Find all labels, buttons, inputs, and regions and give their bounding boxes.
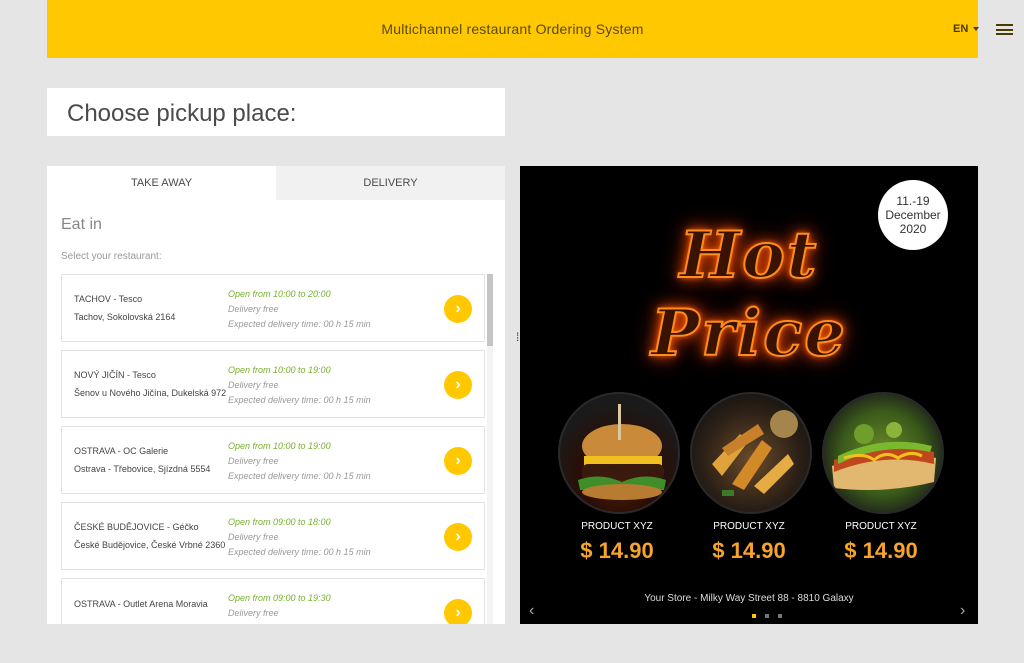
restaurant-address: České Budějovice, České Vrbné 2360 <box>74 540 226 550</box>
delivery-time: Expected delivery time: 00 h 15 min <box>228 547 371 557</box>
product-price: $ 14.90 <box>844 538 918 563</box>
chevron-right-icon[interactable]: › <box>960 602 965 620</box>
section-subtitle: Select your restaurant: <box>61 251 162 262</box>
delivery-time: Expected delivery time: 00 h 15 min <box>228 395 371 405</box>
delivery-info: Delivery free <box>228 380 279 390</box>
list-item[interactable]: TACHOV - Tesco Tachov, Sokolovská 2164 O… <box>61 274 485 342</box>
language-selector[interactable]: EN <box>953 23 980 35</box>
list-item[interactable]: ČESKÉ BUDĚJOVICE - Géčko České Budějovic… <box>61 502 485 570</box>
tab-delivery[interactable]: DELIVERY <box>276 166 505 200</box>
carousel-dot[interactable] <box>778 614 782 618</box>
chevron-right-icon: › <box>455 452 461 469</box>
chevron-left-icon[interactable]: ‹ <box>529 602 534 620</box>
restaurant-address: Šenov u Nového Jičína, Dukelská 972 <box>74 388 227 398</box>
select-arrow-button[interactable]: › <box>444 447 472 475</box>
restaurant-address: Tachov, Sokolovská 2164 <box>74 312 176 322</box>
date-range: 11.-19 <box>896 194 930 208</box>
chevron-right-icon: › <box>455 376 461 393</box>
opening-hours: Open from 10:00 to 19:00 <box>228 365 331 375</box>
product-name: PRODUCT XYZ <box>581 521 653 532</box>
chevron-right-icon: › <box>455 528 461 545</box>
potato-wedges-image <box>690 392 812 514</box>
select-arrow-button[interactable]: › <box>444 295 472 323</box>
hotdog-image <box>822 392 944 514</box>
top-bar: Multichannel restaurant Ordering System … <box>47 0 1013 58</box>
menu-icon[interactable] <box>996 24 1013 35</box>
resize-handle-icon[interactable]: ⁞ <box>516 330 519 344</box>
promo-carousel[interactable]: 11.-19 December 2020 Hot Price PRODUCT X… <box>520 166 978 624</box>
restaurant-name: NOVÝ JIČÍN - Tesco <box>74 370 156 380</box>
restaurant-name: TACHOV - Tesco <box>74 294 143 304</box>
opening-hours: Open from 10:00 to 20:00 <box>228 289 331 299</box>
burger-image <box>558 392 680 514</box>
restaurant-address: Ostrava - Třebovice, Sjízdná 5554 <box>74 464 211 474</box>
list-item[interactable]: OSTRAVA - Outlet Arena Moravia Open from… <box>61 578 485 624</box>
scrollbar[interactable] <box>487 274 493 624</box>
promo-headline-price: Price <box>650 295 847 372</box>
opening-hours: Open from 09:00 to 19:30 <box>228 593 331 603</box>
wedges-illustration <box>712 410 798 496</box>
carousel-dot[interactable] <box>765 614 769 618</box>
product-name: PRODUCT XYZ <box>845 521 917 532</box>
list-item[interactable]: OSTRAVA - OC Galerie Ostrava - Třebovice… <box>61 426 485 494</box>
select-arrow-button[interactable]: › <box>444 371 472 399</box>
list-item[interactable]: NOVÝ JIČÍN - Tesco Šenov u Nového Jičína… <box>61 350 485 418</box>
restaurant-name: OSTRAVA - OC Galerie <box>74 446 169 456</box>
pickup-heading-card: Choose pickup place: <box>47 88 505 136</box>
store-address: Your Store - Milky Way Street 88 - 8810 … <box>644 593 854 604</box>
delivery-info: Delivery free <box>228 304 279 314</box>
opening-hours: Open from 10:00 to 19:00 <box>228 441 331 451</box>
delivery-info: Delivery free <box>228 608 279 618</box>
select-arrow-button[interactable]: › <box>444 523 472 551</box>
product-name: PRODUCT XYZ <box>713 521 785 532</box>
delivery-info: Delivery free <box>228 532 279 542</box>
language-label: EN <box>953 23 969 35</box>
delivery-time: Expected delivery time: 00 h 15 min <box>228 471 371 481</box>
opening-hours: Open from 09:00 to 18:00 <box>228 517 331 527</box>
carousel-indicators <box>752 614 782 618</box>
chevron-right-icon: › <box>455 300 461 317</box>
caret-down-icon <box>973 27 980 31</box>
section-title: Eat in <box>61 216 102 233</box>
product-price: $ 14.90 <box>712 538 786 563</box>
delivery-info: Delivery free <box>228 456 279 466</box>
select-arrow-button[interactable]: › <box>444 599 472 624</box>
restaurant-panel: TAKE AWAY DELIVERY Eat in Select your re… <box>47 166 505 624</box>
burger-illustration <box>578 404 666 500</box>
delivery-time: Expected delivery time: 00 h 15 min <box>228 319 371 329</box>
app-title: Multichannel restaurant Ordering System <box>381 21 644 37</box>
restaurant-name: OSTRAVA - Outlet Arena Moravia <box>74 599 208 609</box>
page-title: Choose pickup place: <box>67 100 297 127</box>
hotdog-illustration <box>832 422 936 490</box>
product-price: $ 14.90 <box>580 538 654 563</box>
chevron-right-icon: › <box>455 604 461 621</box>
scrollbar-thumb[interactable] <box>487 274 493 346</box>
tab-bar: TAKE AWAY DELIVERY <box>47 166 505 200</box>
carousel-dot[interactable] <box>752 614 756 618</box>
promo-headline-hot: Hot <box>679 217 819 294</box>
tab-take-away[interactable]: TAKE AWAY <box>47 166 276 200</box>
restaurant-name: ČESKÉ BUDĚJOVICE - Géčko <box>74 522 199 532</box>
restaurant-list[interactable]: TACHOV - Tesco Tachov, Sokolovská 2164 O… <box>61 274 487 624</box>
